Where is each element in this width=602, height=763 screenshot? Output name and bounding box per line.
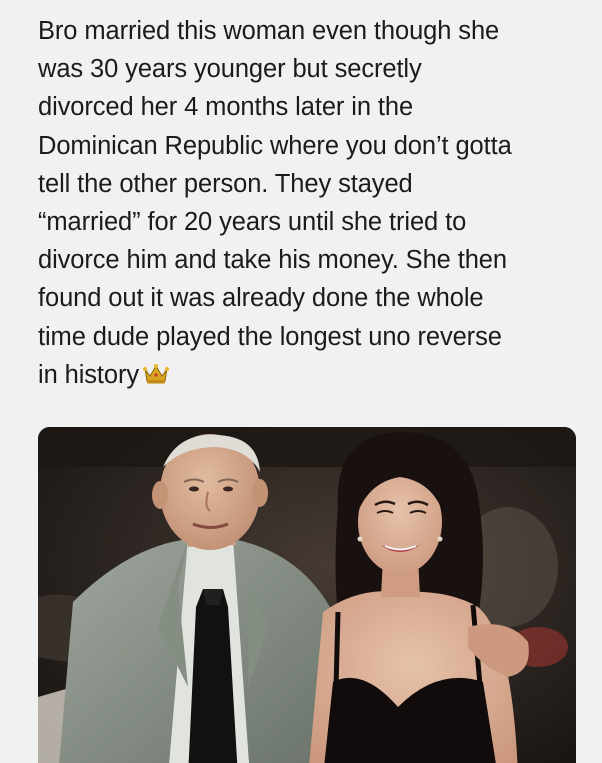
post-caption: Bro married this woman even though she w… (38, 12, 578, 396)
caption-line: divorced her 4 months later in the (38, 93, 414, 122)
caption-line: time dude played the longest uno reverse (38, 322, 502, 351)
caption-line: tell the other person. They stayed (38, 169, 413, 198)
photo-illustration (38, 427, 576, 763)
caption-line: was 30 years younger but secretly (38, 55, 422, 84)
caption-line-last: in history (38, 356, 578, 396)
caption-line-text: in history (38, 360, 140, 389)
caption-line: “married” for 20 years until she tried t… (38, 208, 467, 237)
caption-line: Bro married this woman even though she (38, 17, 500, 45)
post-photo[interactable] (38, 427, 576, 763)
caption-line: divorce him and take his money. She then (38, 246, 507, 275)
caption-line: found out it was already done the whole (38, 284, 484, 313)
social-post: Bro married this woman even though she w… (0, 0, 602, 763)
crown-icon (143, 358, 170, 396)
caption-line: Dominican Republic where you don’t gotta (38, 131, 512, 160)
